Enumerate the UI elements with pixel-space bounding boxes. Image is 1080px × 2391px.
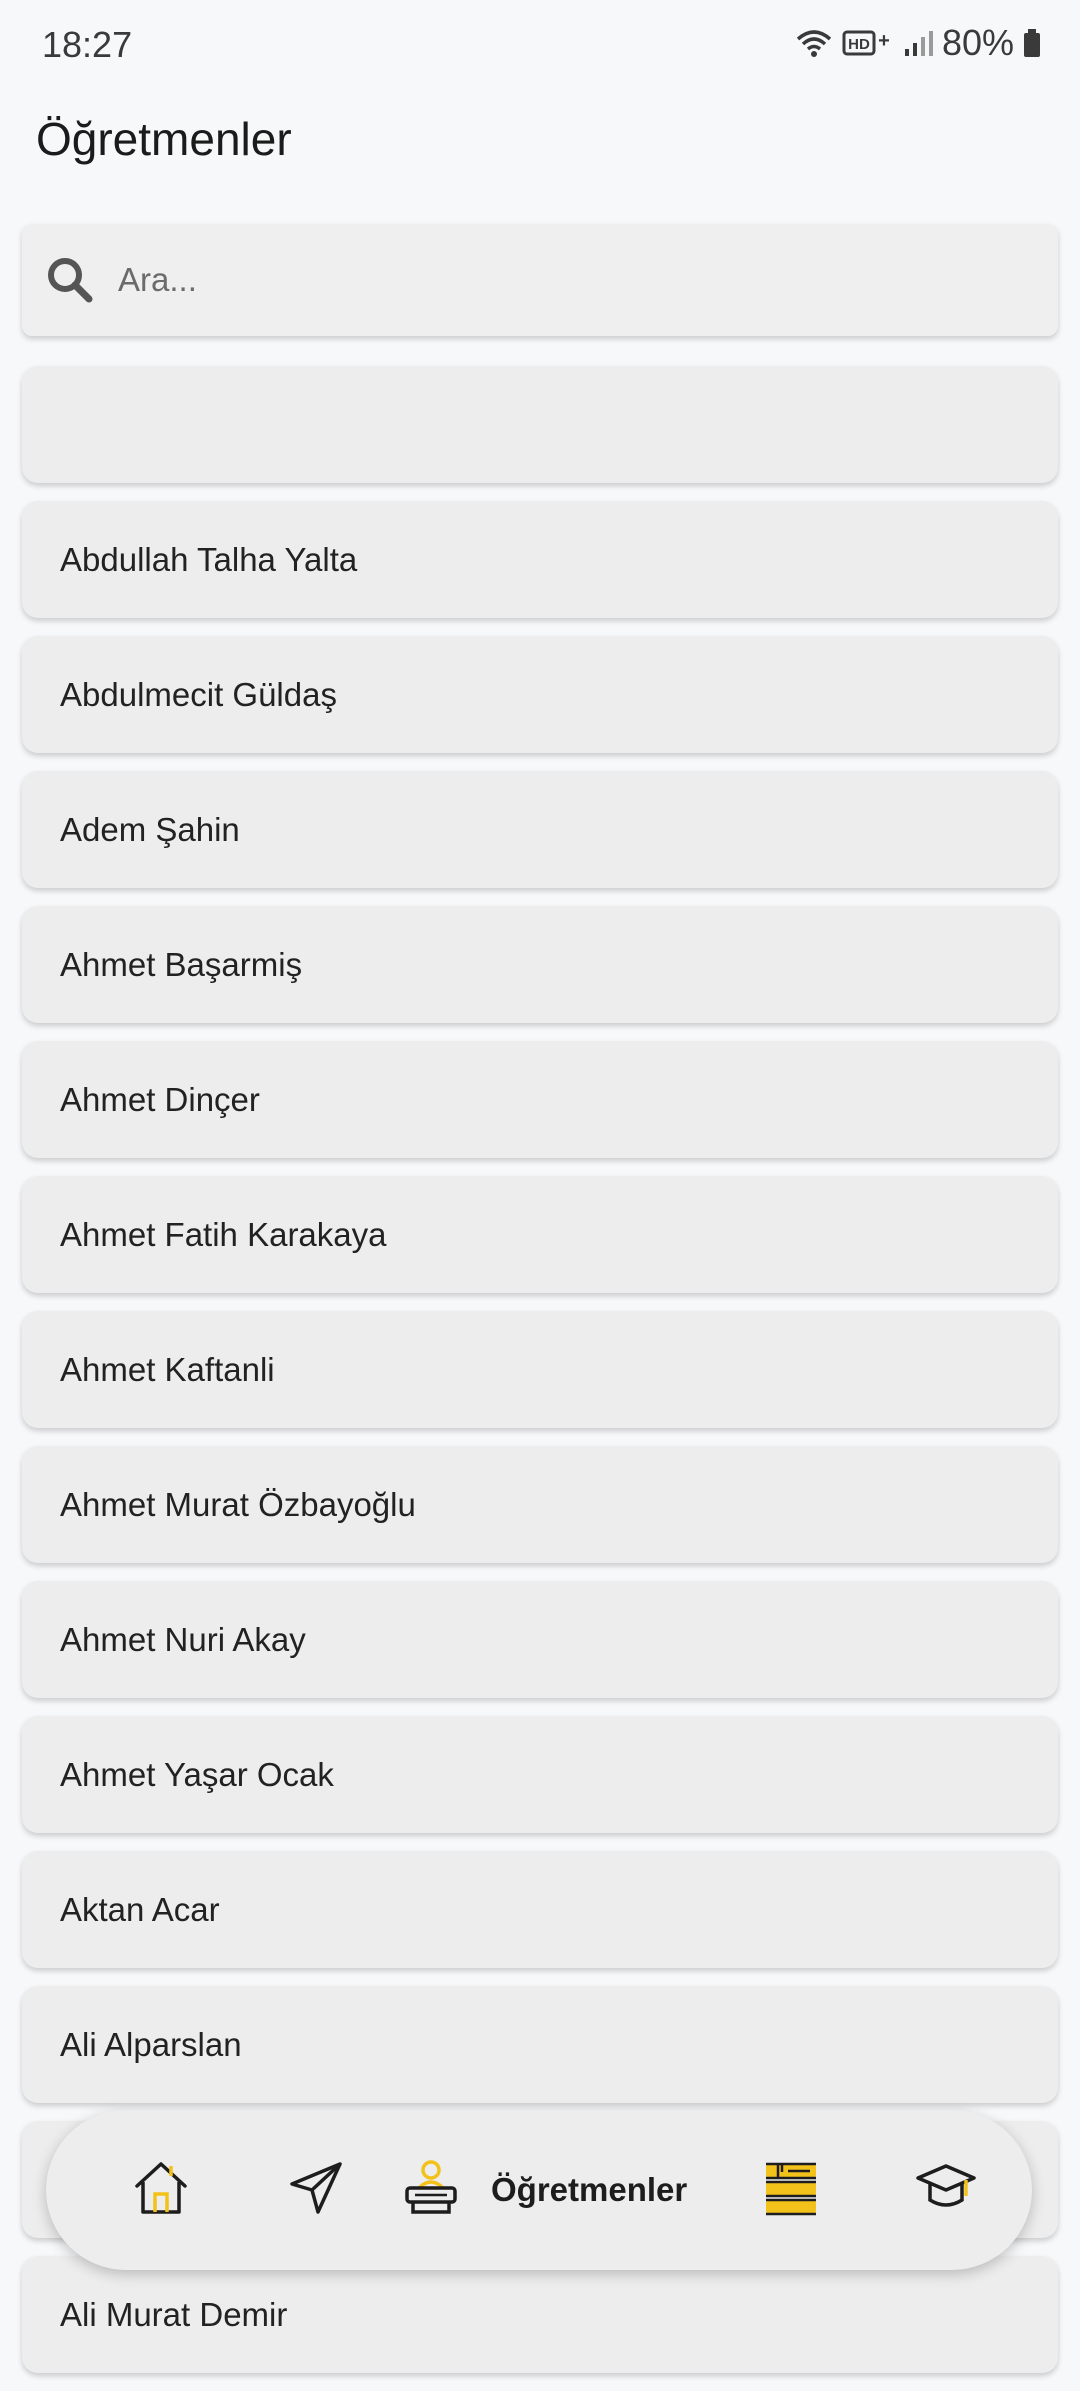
books-icon xyxy=(760,2158,822,2223)
teacher-icon xyxy=(401,2158,461,2223)
teacher-item[interactable]: Ali Alparslan xyxy=(22,1986,1058,2103)
home-icon xyxy=(131,2158,191,2223)
teacher-item[interactable]: Ahmet Kaftanli xyxy=(22,1311,1058,1428)
battery-icon xyxy=(1022,27,1042,59)
nav-courses[interactable] xyxy=(891,2110,1001,2270)
status-bar: 18:27 HD + 80% xyxy=(0,0,1080,92)
hd-plus-icon: HD + xyxy=(842,27,894,59)
nav-books[interactable] xyxy=(736,2110,846,2270)
signal-icon xyxy=(902,27,934,59)
send-icon xyxy=(286,2158,346,2223)
svg-text:+: + xyxy=(878,30,890,52)
teacher-item[interactable]: Abdulmecit Güldaş xyxy=(22,636,1058,753)
nav-teachers[interactable]: Öğretmenler xyxy=(401,2110,731,2270)
search-input[interactable] xyxy=(116,260,1020,300)
teacher-item[interactable]: Ahmet Murat Özbayoğlu xyxy=(22,1446,1058,1563)
teacher-item[interactable]: Aktan Acar xyxy=(22,1851,1058,1968)
teacher-item[interactable]: Adem Şahin xyxy=(22,771,1058,888)
graduation-cap-icon xyxy=(914,2158,978,2223)
teacher-item[interactable]: Abdullah Talha Yalta xyxy=(22,501,1058,618)
svg-text:HD: HD xyxy=(848,36,870,53)
teacher-item[interactable]: Ahmet Dinçer xyxy=(22,1041,1058,1158)
teacher-item[interactable]: Ahmet Fatih Karakaya xyxy=(22,1176,1058,1293)
teacher-list: Abdullah Talha Yalta Abdulmecit Güldaş A… xyxy=(22,366,1058,2391)
wifi-icon xyxy=(794,27,834,59)
nav-home[interactable] xyxy=(106,2110,216,2270)
status-icons: HD + 80% xyxy=(794,22,1042,64)
search-icon xyxy=(44,254,96,306)
battery-level: 80% xyxy=(941,22,1014,63)
teacher-item[interactable]: Ahmet Nuri Akay xyxy=(22,1581,1058,1698)
page-title: Öğretmenler xyxy=(36,113,292,165)
teacher-item[interactable]: Ahmet Yaşar Ocak xyxy=(22,1716,1058,1833)
teacher-item[interactable] xyxy=(22,366,1058,483)
teacher-item[interactable]: Ali Murat Demir xyxy=(22,2256,1058,2373)
search-bar[interactable] xyxy=(22,224,1058,336)
nav-teachers-label: Öğretmenler xyxy=(491,2171,688,2208)
status-time: 18:27 xyxy=(42,24,133,65)
teacher-item[interactable]: Ahmet Başarmiş xyxy=(22,906,1058,1023)
bottom-nav: Öğretmenler xyxy=(46,2110,1032,2270)
nav-send[interactable] xyxy=(261,2110,371,2270)
